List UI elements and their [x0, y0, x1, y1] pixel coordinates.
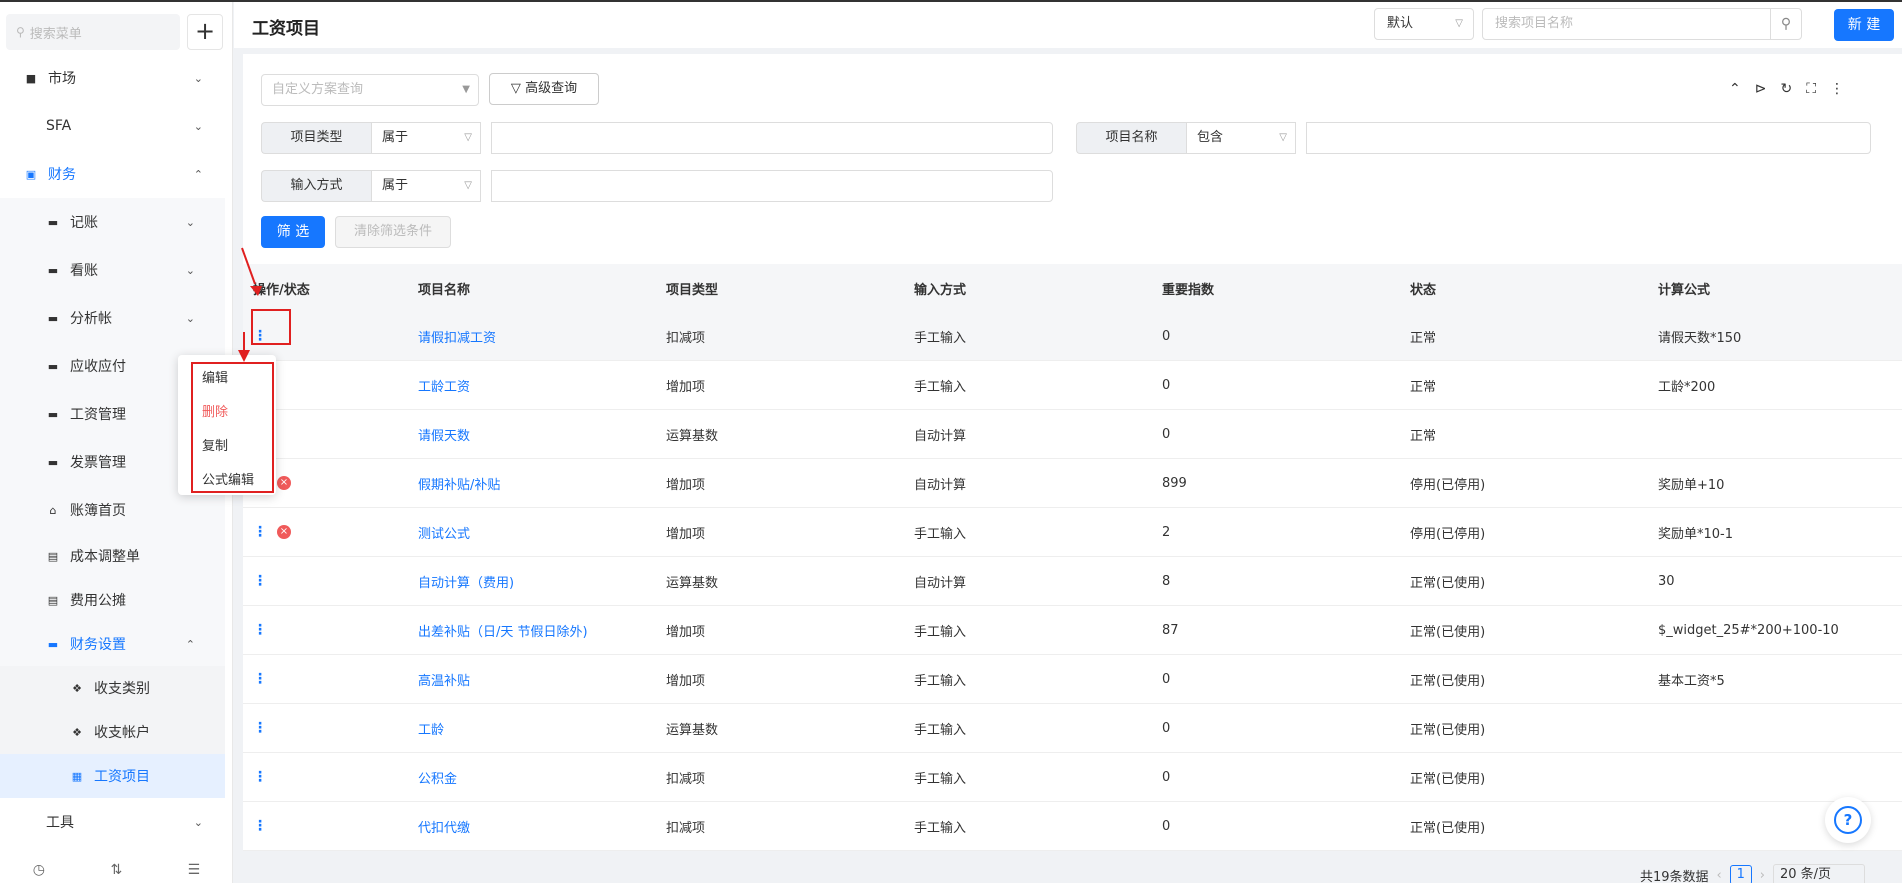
question-icon: ? — [1834, 806, 1862, 834]
annotation-arrows — [238, 247, 262, 362]
help-button[interactable]: ? — [1825, 797, 1871, 843]
